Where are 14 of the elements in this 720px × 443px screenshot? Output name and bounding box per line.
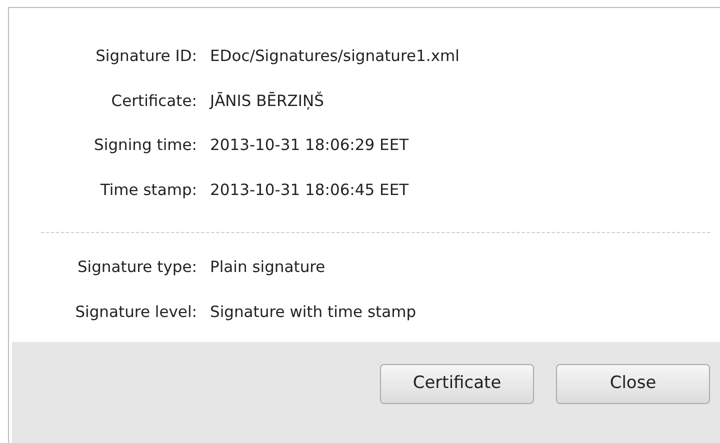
field-value: 2013-10-31 18:06:45 EET bbox=[210, 180, 410, 200]
field-label: Time stamp: bbox=[99, 180, 197, 200]
field-value: EDoc/Signatures/signature1.xml bbox=[210, 46, 460, 67]
field-value: Plain signature bbox=[210, 257, 326, 278]
field-value: JĀNIS BĒRZIŅŠ bbox=[210, 90, 325, 112]
field-label: Signing time: bbox=[93, 135, 197, 156]
field-label: Certificate: bbox=[110, 90, 197, 112]
field-label: Signature ID: bbox=[94, 46, 197, 67]
field-value: Signature with time stamp bbox=[210, 302, 418, 322]
certificate-button[interactable]: Certificate bbox=[380, 364, 534, 404]
close-button[interactable]: Close bbox=[556, 364, 710, 404]
field-value: 2013-10-31 18:06:29 EET bbox=[210, 135, 410, 156]
field-label: Signature type: bbox=[76, 257, 197, 278]
field-label: Signature level: bbox=[74, 302, 197, 322]
